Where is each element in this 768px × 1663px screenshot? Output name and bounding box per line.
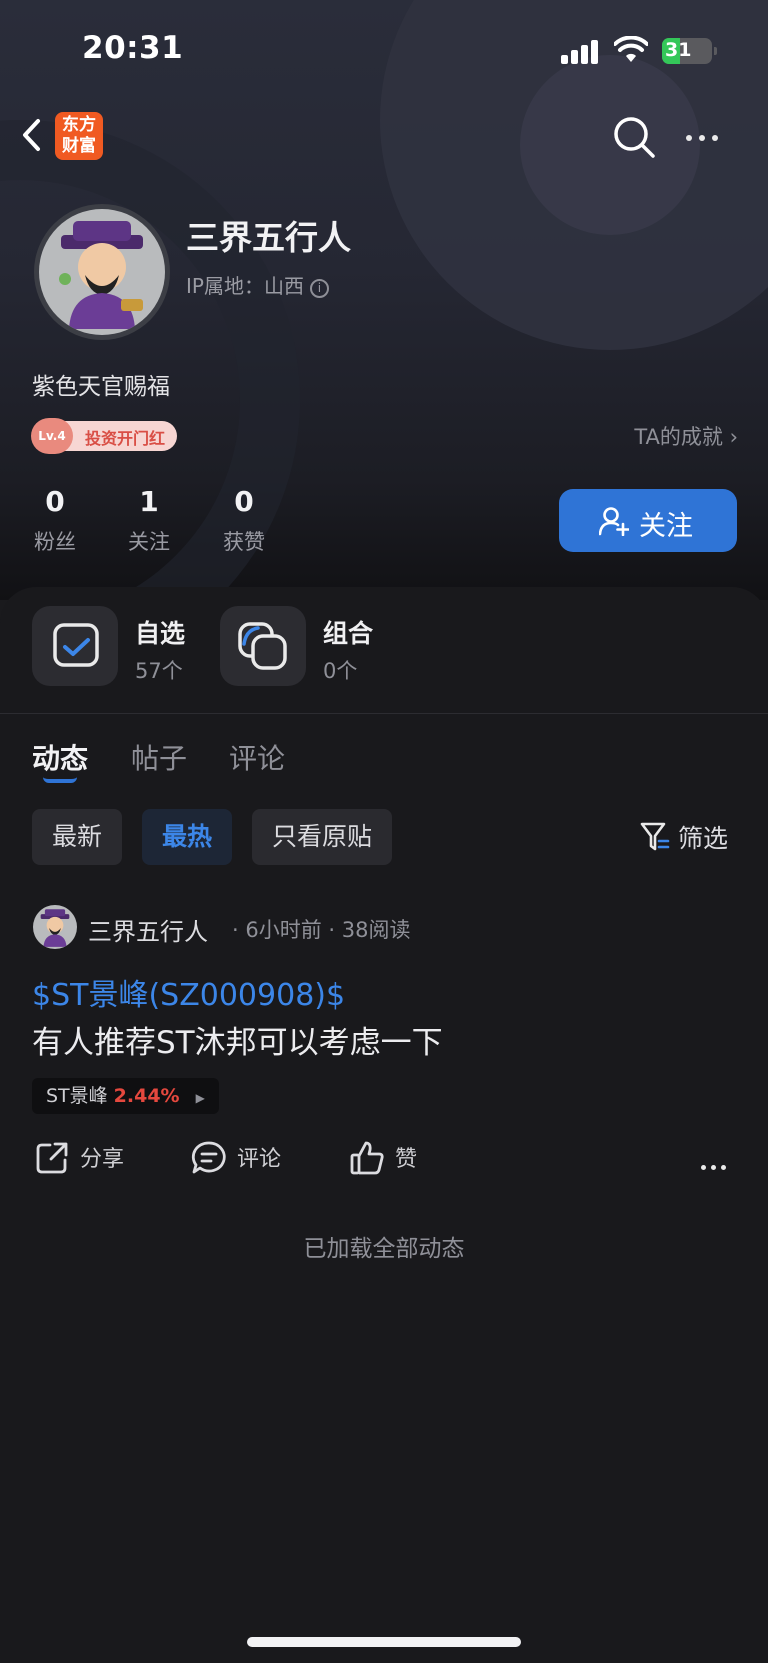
stat-label: 获赞: [223, 530, 265, 554]
comment-icon: [191, 1141, 226, 1174]
filter-icon: [640, 822, 670, 851]
filter-hot[interactable]: 最热: [142, 809, 233, 865]
home-indicator[interactable]: [247, 1637, 521, 1647]
tab-comments[interactable]: 评论: [229, 737, 285, 777]
stat-value: 1: [139, 485, 159, 518]
follow-button-label: 关注: [639, 511, 693, 542]
comment-button[interactable]: 评论: [191, 1140, 281, 1176]
watchlist-tile: [32, 606, 118, 686]
stat-following[interactable]: 1 关注: [114, 485, 184, 556]
stat-value: 0: [45, 485, 65, 518]
share-label: 分享: [80, 1147, 125, 1172]
share-icon: [36, 1142, 68, 1174]
portfolio-title: 组合: [323, 619, 374, 648]
watchlist-count: 57个: [135, 659, 183, 683]
portfolio-count: 0个: [323, 659, 358, 683]
stat-label: 关注: [128, 530, 170, 554]
search-icon[interactable]: [611, 114, 657, 160]
status-time: 20:31: [82, 30, 184, 66]
checkbox-icon: [53, 623, 99, 667]
post-more-icon[interactable]: [701, 1155, 731, 1174]
filter-original-only[interactable]: 只看原贴: [252, 809, 393, 865]
achievement-link[interactable]: TA的成就 ›: [634, 421, 738, 451]
profile-header: 20:31 31 东方财富 三界五行人 IP属地：山西 i 紫色天官赐福 Lv.…: [0, 0, 768, 600]
info-icon[interactable]: i: [309, 279, 329, 298]
profile-screen: 20:31 31 东方财富 三界五行人 IP属地：山西 i 紫色天官赐福 Lv.…: [0, 0, 768, 1663]
watchlist-title: 自选: [135, 619, 186, 648]
divider: [0, 713, 768, 714]
header-decoration: [520, 55, 700, 235]
post-meta: · 6小时前 · 38阅读: [232, 918, 411, 942]
stat-likes[interactable]: 0 获赞: [209, 485, 279, 556]
more-menu-icon[interactable]: [686, 126, 726, 146]
cellular-signal-icon: [561, 40, 599, 64]
share-button[interactable]: 分享: [34, 1140, 124, 1176]
profile-username: 三界五行人: [186, 218, 351, 257]
like-label: 赞: [395, 1147, 418, 1172]
stat-value: 0: [234, 485, 254, 518]
comment-label: 评论: [237, 1147, 282, 1172]
play-arrow-icon: ▶: [195, 1091, 205, 1105]
avatar[interactable]: [34, 204, 170, 340]
stock-name: ST景峰: [46, 1085, 108, 1107]
app-logo[interactable]: 东方财富: [55, 112, 103, 160]
back-arrow-icon[interactable]: [18, 115, 46, 155]
follow-button[interactable]: 关注: [559, 489, 737, 552]
profile-bio: 紫色天官赐福: [32, 374, 170, 400]
badge-level: Lv.4: [31, 418, 73, 454]
filter-label: 筛选: [678, 824, 729, 853]
content-panel: 自选 57个 组合 0个 动态 帖子 评论 最新 最热 只看原贴 筛选 三界五行…: [0, 587, 768, 1663]
avatar-illustration: [40, 909, 70, 947]
post-author-avatar[interactable]: [33, 905, 77, 949]
thumbs-up-icon: [350, 1141, 384, 1175]
battery-icon: 31: [662, 38, 717, 64]
filter-button[interactable]: 筛选: [640, 819, 728, 855]
tab-active-indicator: [43, 777, 77, 783]
tab-posts[interactable]: 帖子: [131, 737, 187, 777]
portfolio-tile: [220, 606, 306, 686]
avatar-illustration: [59, 221, 143, 329]
post-stock-tag[interactable]: $ST景峰(SZ000908)$: [32, 970, 345, 1014]
stat-followers[interactable]: 0 粉丝: [20, 485, 90, 556]
stock-quote-chip[interactable]: ST景峰 2.44% ▶: [32, 1078, 219, 1114]
tab-activity[interactable]: 动态: [32, 737, 88, 777]
stock-change: 2.44%: [113, 1085, 180, 1107]
post-author-name[interactable]: 三界五行人: [88, 912, 208, 947]
wifi-icon: [614, 36, 648, 62]
add-user-icon: [599, 507, 629, 536]
battery-level: 31: [665, 39, 692, 61]
filter-latest[interactable]: 最新: [32, 809, 123, 865]
stat-label: 粉丝: [34, 530, 76, 554]
like-button[interactable]: 赞: [349, 1140, 417, 1176]
end-of-list-text: 已加载全部动态: [303, 1236, 465, 1262]
post-body[interactable]: 有人推荐ST沐邦可以考虑一下: [32, 1017, 443, 1062]
ip-location-text: IP属地：山西: [186, 274, 304, 298]
ip-location: IP属地：山西 i: [186, 270, 329, 299]
portfolio-icon: [238, 622, 287, 670]
badge-title: 投资开门红: [85, 429, 166, 448]
level-badge[interactable]: Lv.4 投资开门红: [31, 418, 177, 454]
